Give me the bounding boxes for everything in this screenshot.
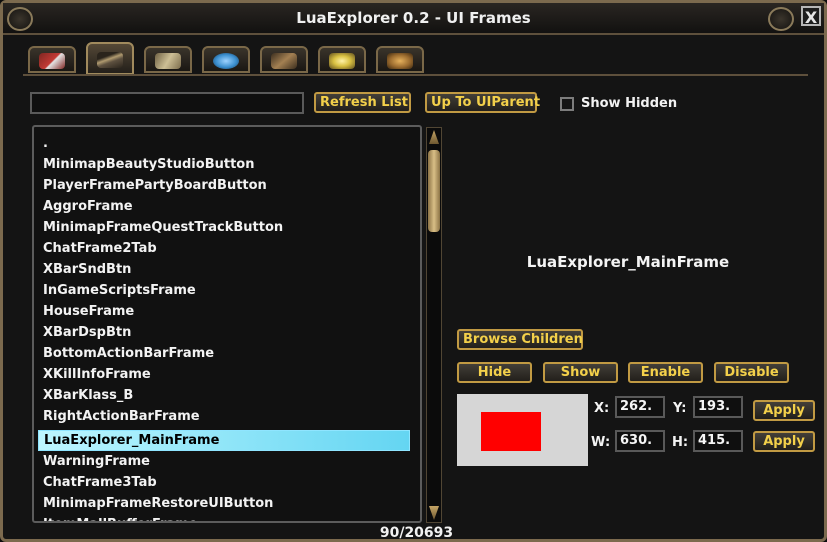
show-hidden-label: Show Hidden [581, 96, 678, 111]
apply-size-button[interactable]: Apply [753, 431, 815, 452]
enable-button[interactable]: Enable [628, 362, 703, 383]
list-item[interactable]: MinimapFrameRestoreUIButton [43, 493, 273, 514]
title-bar[interactable]: LuaExplorer 0.2 - UI Frames X [3, 3, 824, 35]
book-icon [155, 53, 181, 69]
list-item[interactable]: XBarSndBtn [43, 259, 131, 280]
browse-children-button[interactable]: Browse Children [457, 329, 583, 350]
scroll-up-arrow-icon[interactable] [429, 130, 439, 144]
scrollbar-thumb[interactable] [428, 150, 440, 232]
show-hidden-checkbox[interactable] [560, 97, 574, 111]
list-item[interactable]: AggroFrame [43, 196, 133, 217]
x-label: X: [594, 401, 610, 416]
list-item[interactable]: MinimapBeautyStudioButton [43, 154, 254, 175]
disable-button[interactable]: Disable [714, 362, 789, 383]
list-item[interactable]: ChatFrame2Tab [43, 238, 157, 259]
frame-count: 90/20693 [379, 525, 454, 541]
list-item[interactable]: XKillInfoFrame [43, 364, 151, 385]
list-scrollbar[interactable] [426, 127, 442, 523]
lua-explorer-window: LuaExplorer 0.2 - UI Frames X Refresh Li… [0, 0, 827, 542]
frame-preview [457, 394, 588, 466]
up-to-uiparent-button[interactable]: Up To UIParent [425, 92, 540, 113]
list-item[interactable]: XBarDspBtn [43, 322, 131, 343]
tab-6[interactable] [318, 46, 366, 73]
window-title: LuaExplorer 0.2 - UI Frames [296, 9, 531, 27]
frame-list[interactable]: . MinimapBeautyStudioButton PlayerFrameP… [32, 125, 422, 523]
list-item[interactable]: PlayerFramePartyBoardButton [43, 175, 267, 196]
list-item[interactable]: . [43, 133, 48, 154]
right-corner-ornament-icon [768, 7, 794, 31]
h-field[interactable]: 415. [693, 430, 743, 452]
tab-7[interactable] [376, 46, 424, 73]
refresh-list-button[interactable]: Refresh List [314, 92, 411, 113]
tab-4[interactable] [202, 46, 250, 73]
red-tools-icon [39, 53, 65, 69]
list-item[interactable]: ItemMallBufferFrame [43, 514, 198, 521]
helmet-icon [387, 53, 413, 69]
search-input[interactable] [30, 92, 304, 114]
list-item[interactable]: InGameScriptsFrame [43, 280, 196, 301]
h-label: H: [672, 435, 689, 450]
hide-button[interactable]: Hide [457, 362, 532, 383]
list-item[interactable]: MinimapFrameQuestTrackButton [43, 217, 283, 238]
sword-icon [97, 52, 123, 68]
list-item[interactable]: RightActionBarFrame [43, 406, 200, 427]
tab-divider [23, 74, 808, 76]
list-item[interactable]: WarningFrame [43, 451, 150, 472]
show-button[interactable]: Show [543, 362, 618, 383]
w-field[interactable]: 630. [615, 430, 665, 452]
list-item[interactable]: BottomActionBarFrame [43, 343, 214, 364]
y-field[interactable]: 193. [693, 396, 743, 418]
tab-1[interactable] [28, 46, 76, 73]
close-button[interactable]: X [801, 6, 821, 27]
w-label: W: [591, 435, 611, 450]
apply-position-button[interactable]: Apply [753, 400, 815, 421]
tab-3[interactable] [144, 46, 192, 73]
frame-preview-rect [481, 412, 541, 451]
x-field[interactable]: 262. [615, 396, 665, 418]
list-item-selected[interactable]: LuaExplorer_MainFrame [38, 430, 410, 451]
list-item[interactable]: ChatFrame3Tab [43, 472, 157, 493]
tab-5[interactable] [260, 46, 308, 73]
list-item[interactable]: HouseFrame [43, 301, 134, 322]
list-item[interactable]: XBarKlass_B [43, 385, 133, 406]
scroll-down-arrow-icon[interactable] [429, 506, 439, 520]
selected-frame-name: LuaExplorer_MainFrame [526, 253, 730, 271]
tab-2[interactable] [86, 42, 134, 75]
bird-icon [271, 53, 297, 69]
y-label: Y: [673, 401, 687, 416]
potion-icon [329, 53, 355, 69]
blue-orb-icon [213, 53, 239, 69]
